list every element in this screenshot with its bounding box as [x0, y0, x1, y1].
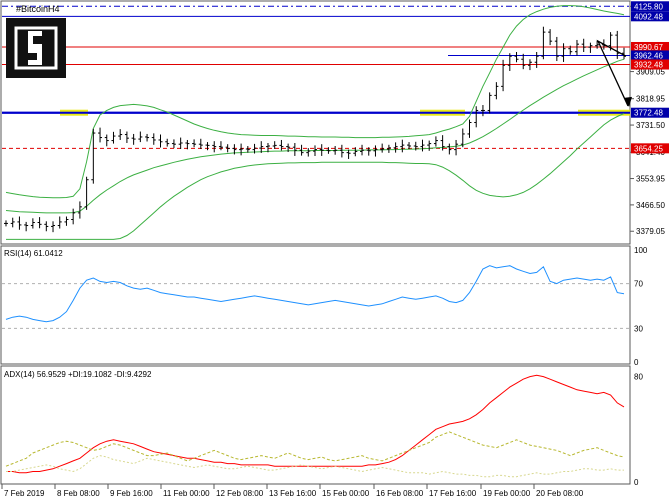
rsi-axis-label: 100 [634, 246, 648, 255]
rsi-axis-label: 30 [634, 324, 643, 333]
x-axis-label: 19 Feb 00:00 [483, 489, 531, 498]
rsi-axis-label: 70 [634, 280, 643, 289]
x-axis-label: 15 Feb 00:00 [322, 489, 370, 498]
price-axis-label: 3731.50 [636, 121, 665, 130]
price-tag-label: 3654.25 [634, 144, 663, 153]
price-tag-label: 4125.80 [634, 2, 663, 11]
x-axis-label: 13 Feb 16:00 [269, 489, 317, 498]
rsi-title: RSI(14) 61.0412 [4, 249, 63, 258]
x-axis-label: 8 Feb 08:00 [57, 489, 100, 498]
price-tag-label: 3772.48 [634, 109, 663, 118]
adx-title: ADX(14) 56.9529 +DI:19.1082 -DI:9.4292 [4, 370, 152, 379]
x-axis-label: 16 Feb 08:00 [376, 489, 424, 498]
x-axis-label: 20 Feb 08:00 [536, 489, 584, 498]
x-axis-label: 17 Feb 16:00 [429, 489, 477, 498]
adx-axis-label: 80 [634, 373, 643, 382]
x-axis-label: 7 Feb 2019 [4, 489, 45, 498]
price-axis-label: 3818.95 [636, 95, 665, 104]
chart-background [0, 0, 670, 502]
x-axis-label: 9 Feb 16:00 [110, 489, 153, 498]
price-axis-label: 3379.05 [636, 227, 665, 236]
x-axis-label: 11 Feb 00:00 [163, 489, 210, 498]
trading-chart[interactable]: 3379.053466.503553.953641.403731.503818.… [0, 0, 670, 502]
price-axis-label: 3553.95 [636, 175, 665, 184]
adx-axis-label: 0 [634, 478, 639, 487]
price-tag-label: 3962.46 [634, 51, 663, 60]
price-tag-label: 4092.48 [634, 12, 663, 21]
rsi-axis-label: 0 [634, 358, 639, 367]
symbol-label: #BitcoinH4 [16, 4, 60, 14]
broker-logo [6, 18, 66, 78]
x-axis-label: 12 Feb 08:00 [216, 489, 264, 498]
price-tag-label: 3932.48 [634, 61, 663, 70]
price-axis-label: 3466.50 [636, 201, 665, 210]
